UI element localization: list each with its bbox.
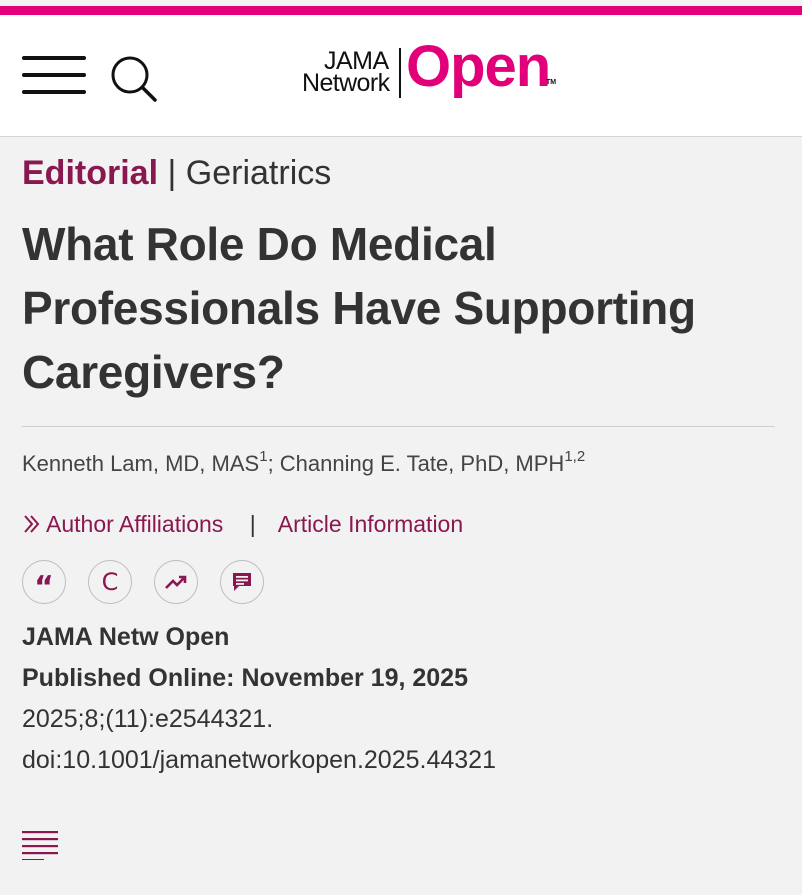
citation-volume: 2025;8;(11):e2544321. [22, 705, 274, 733]
doi[interactable]: doi:10.1001/jamanetworkopen.2025.44321 [22, 740, 775, 781]
links-separator: | [249, 511, 256, 537]
author-name[interactable]: Channing E. Tate, PhD, MPH [280, 451, 565, 476]
author-affiliation-ref: 1 [259, 448, 268, 465]
article-info-links: Author Affiliations | Article Informatio… [22, 507, 775, 541]
trending-up-icon [165, 575, 187, 589]
logo-divider [399, 48, 401, 98]
logo-network: Network [302, 69, 390, 97]
author-separator: ; [267, 451, 280, 476]
author-list: Kenneth Lam, MD, MAS1; Channing E. Tate,… [22, 447, 775, 481]
article-header: Editorial | Geriatrics What Role Do Medi… [0, 153, 802, 860]
journal-name: JAMA Netw Open [22, 623, 230, 651]
site-header: JAMA Network Open TM [0, 15, 802, 137]
comment-button[interactable] [220, 560, 264, 604]
jama-network-open-logo[interactable]: JAMA Network Open TM [302, 38, 562, 106]
table-of-contents-icon [22, 831, 58, 860]
citation-block: JAMA Netw Open Published Online: Novembe… [22, 617, 775, 781]
article-actions: “ C [22, 560, 775, 604]
metrics-button[interactable] [154, 560, 198, 604]
copyright-icon: C [101, 568, 119, 596]
author-affiliation-ref: 1,2 [564, 448, 586, 465]
permissions-button[interactable]: C [88, 560, 132, 604]
section-label: Editorial | Geriatrics [22, 153, 775, 193]
logo-trademark: TM [546, 79, 557, 86]
menu-line [22, 73, 86, 77]
quote-icon: “ [34, 570, 54, 605]
search-button[interactable] [108, 53, 158, 103]
article-subject[interactable]: Geriatrics [186, 154, 331, 192]
article-type[interactable]: Editorial [22, 154, 158, 192]
menu-line [22, 90, 86, 94]
table-of-contents-button[interactable] [22, 830, 58, 860]
brand-top-bar [0, 6, 802, 15]
double-chevron-right-icon [24, 515, 40, 533]
section-separator: | [167, 154, 177, 192]
divider [22, 426, 775, 427]
author-affiliations-link[interactable]: Author Affiliations [22, 511, 230, 537]
menu-button[interactable] [22, 56, 86, 94]
cite-button[interactable]: “ [22, 560, 66, 604]
logo-open: Open [406, 34, 551, 99]
author-affiliations-label: Author Affiliations [46, 511, 224, 537]
author-name[interactable]: Kenneth Lam, MD, MAS [22, 451, 259, 476]
article-title: What Role Do Medical Professionals Have … [22, 218, 696, 398]
published-date: Published Online: November 19, 2025 [22, 664, 468, 692]
search-icon [111, 56, 157, 102]
comment-icon [233, 573, 251, 591]
article-information-link[interactable]: Article Information [278, 511, 463, 537]
menu-line [22, 56, 86, 60]
